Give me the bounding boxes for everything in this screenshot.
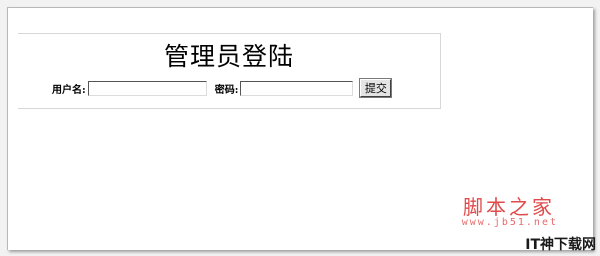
page-title: 管理员登陆: [163, 42, 294, 71]
submit-button[interactable]: 提交: [359, 78, 393, 98]
password-input[interactable]: [240, 80, 354, 96]
username-input[interactable]: [87, 80, 207, 96]
username-label: 用户名:: [52, 84, 86, 96]
corner-watermark: IT神下载网: [525, 237, 596, 253]
page-canvas: 管理员登陆 用户名: 密码: 提交 脚本之家 www.jb51.net: [7, 7, 593, 250]
watermark-logo: 脚本之家: [463, 195, 555, 219]
password-label: 密码:: [214, 84, 239, 96]
login-box: 管理员登陆 用户名: 密码: 提交: [18, 33, 441, 109]
login-form: 用户名: 密码: 提交: [52, 78, 393, 98]
watermark-url: www.jb51.net: [461, 217, 558, 228]
